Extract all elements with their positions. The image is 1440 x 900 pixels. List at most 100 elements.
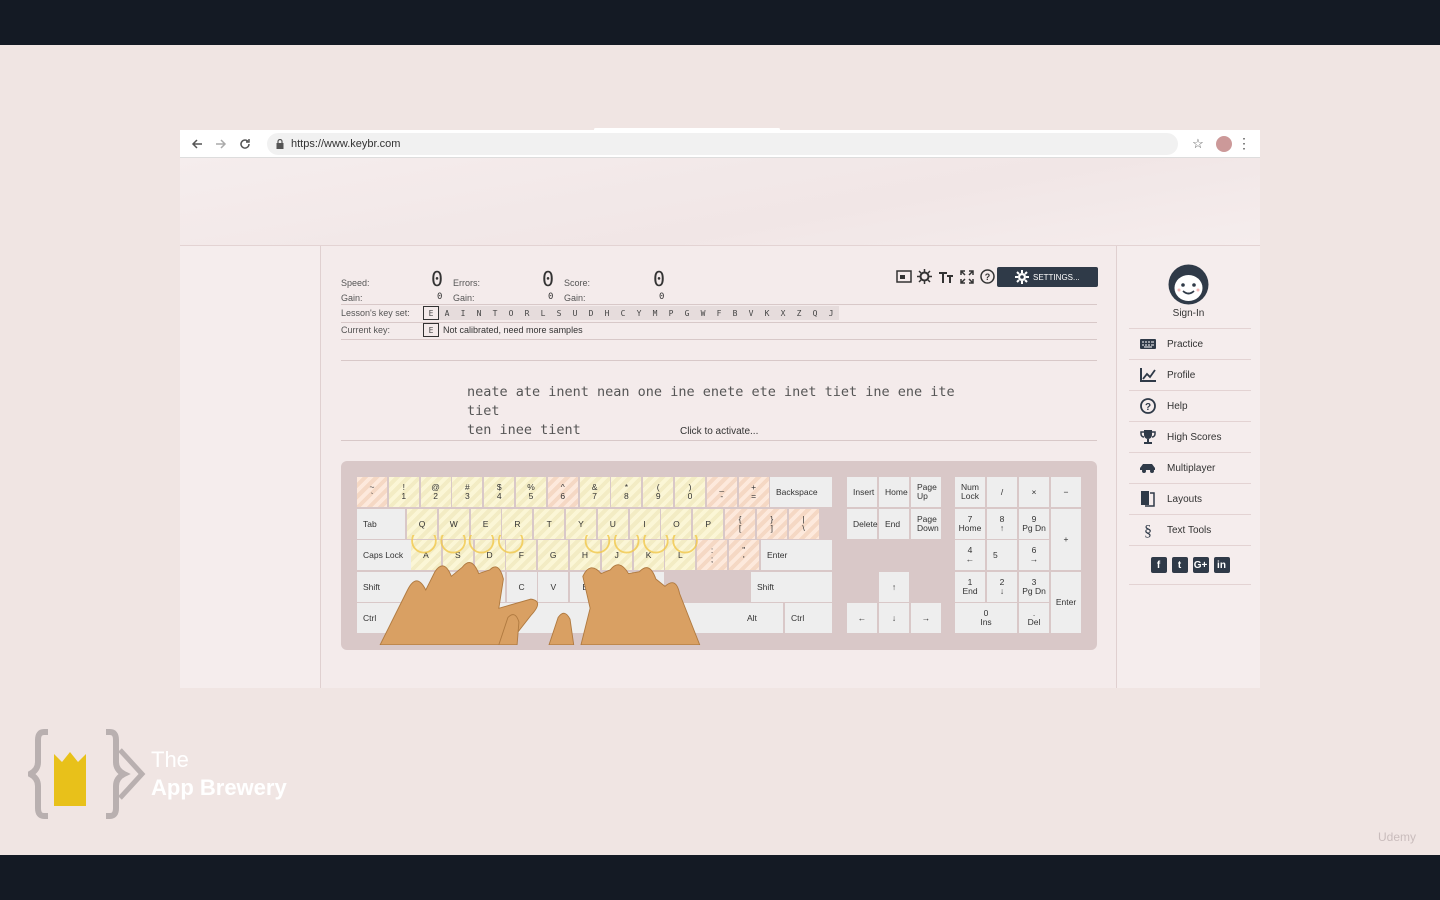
linkedin-icon[interactable]: in (1213, 557, 1230, 573)
divider (341, 360, 1097, 361)
sidebar-item-high-scores[interactable]: High Scores (1129, 421, 1251, 452)
forward-button[interactable] (209, 132, 233, 156)
letterbox-top (0, 0, 1440, 45)
back-button[interactable] (185, 132, 209, 156)
click-to-activate[interactable]: Click to activate... (680, 426, 758, 437)
key-lower-label: [ (738, 523, 742, 533)
forward-arrow-icon (216, 138, 227, 149)
keyset-key: W (695, 306, 711, 320)
keyset-key: D (583, 306, 599, 320)
key: #3 (452, 477, 483, 507)
key-num-minus: − (1051, 477, 1081, 507)
theme-icon[interactable] (916, 268, 933, 285)
key-lower-label: = (751, 491, 757, 501)
divider (341, 339, 1097, 340)
user-avatar-icon[interactable] (1168, 264, 1209, 305)
google-plus-icon[interactable]: G+ (1192, 557, 1209, 573)
key-end: End (879, 509, 909, 539)
browser-profile-avatar[interactable] (1216, 135, 1232, 152)
key-home: Home (879, 477, 909, 507)
sidebar-menu: Practice Profile? Help High Scores Multiplay… (1129, 328, 1251, 585)
key-lower-label: End (962, 586, 978, 596)
key-num-multiply: × (1019, 477, 1049, 507)
divider (341, 304, 1097, 305)
keyset-key: S (551, 306, 567, 320)
key: & 7 (579, 477, 610, 507)
key-num-1: 1 End (955, 572, 985, 602)
brand-line-2: App Brewery (151, 775, 287, 800)
key-lower-label: Pg Dn (1022, 586, 1046, 596)
sidebar-item-multiplayer[interactable]: Multiplayer (1129, 452, 1251, 483)
url-text: https://www.keybr.com (291, 137, 401, 150)
sidebar-item-help[interactable]: ? Help (1129, 390, 1251, 421)
settings-button[interactable]: SETTINGS... (997, 267, 1098, 287)
key-page-down: Page Down (911, 509, 941, 539)
speed-gain-value: 0 (437, 292, 443, 302)
keyset-key: J (823, 306, 839, 320)
sidebar-item-text-tools[interactable]: § Text Tools (1129, 514, 1251, 545)
key-lower-label: \ (802, 523, 805, 533)
layouts-icon (1139, 490, 1157, 508)
gear-icon (1015, 270, 1029, 284)
key-num-lock: Num Lock (955, 477, 985, 507)
sidebar-item-label: Multiplayer (1167, 462, 1216, 474)
fullscreen-icon[interactable] (958, 268, 975, 285)
key-num-7: 7 Home (955, 509, 985, 539)
reload-button[interactable] (233, 132, 257, 156)
typing-hands-illustration (379, 535, 701, 645)
divider (341, 322, 1097, 323)
key-num-divide: / (987, 477, 1017, 507)
key: $4 (484, 477, 515, 507)
sidebar-item-profile[interactable]: Profile (1129, 359, 1251, 390)
key-lower-label: ] (770, 523, 773, 533)
bookmark-star-icon[interactable]: ☆ (1186, 132, 1210, 156)
key: ! 1 (388, 477, 419, 507)
key-num-9: 9 Pg Dn (1019, 509, 1049, 539)
sidebar: Sign-In Practice Profile? Help High Scores M… (1117, 246, 1260, 688)
errors-gain-value: 0 (548, 292, 554, 302)
key: * 8 (611, 477, 642, 507)
help-circle-icon[interactable]: ? (979, 268, 996, 285)
keyset-key: M (647, 306, 663, 320)
twitter-icon[interactable]: t (1171, 557, 1188, 573)
sign-in-link[interactable]: Sign-In (1117, 308, 1260, 319)
keyset-key: H (599, 306, 615, 320)
keyset-key: K (759, 306, 775, 320)
key-num-4: 4 ← (955, 540, 985, 570)
key-num-dot: . Del (1019, 603, 1049, 633)
font-size-icon[interactable] (937, 268, 954, 285)
key-lower-label: 0 (687, 491, 693, 501)
settings-label: SETTINGS... (1033, 272, 1080, 282)
key-lower-label: - (720, 491, 724, 501)
section-icon: § (1139, 521, 1157, 539)
trophy-icon (1139, 428, 1157, 446)
view-tools: ? (895, 268, 996, 285)
sidebar-item-practice[interactable]: Practice (1129, 328, 1251, 359)
svg-text:?: ? (985, 272, 991, 282)
keyset-key: C (615, 306, 631, 320)
sidebar-item-label: Text Tools (1167, 524, 1212, 536)
keyset-key: A (439, 306, 455, 320)
errors-value: 0 (542, 267, 555, 291)
app-brewery-watermark: The App Brewery (23, 728, 328, 820)
key-lower-label: 5 (528, 491, 534, 501)
key-lower-label: → (1029, 554, 1039, 564)
sidebar-item-layouts[interactable]: Layouts (1129, 483, 1251, 514)
key-lower-label: 6 (560, 491, 566, 501)
current-key-box: E (423, 323, 439, 337)
back-arrow-icon (191, 138, 202, 149)
current-key-label: Current key: (341, 325, 391, 335)
app-brewery-logo-icon (23, 729, 146, 819)
address-bar[interactable]: https://www.keybr.com (267, 132, 1178, 155)
browser-toolbar: https://www.keybr.com ☆ ⋮ (180, 130, 1260, 158)
sidebar-item-label: Practice (1167, 338, 1204, 350)
sidebar-item-label: Layouts (1167, 493, 1203, 505)
score-label: Score: (564, 278, 591, 288)
key-num-plus: + (1051, 509, 1081, 570)
key-num-8: 8 ↑ (987, 509, 1017, 539)
browser-menu-icon[interactable]: ⋮ (1232, 132, 1256, 156)
key-lower-label: ← (965, 554, 975, 564)
screen-icon[interactable] (895, 268, 912, 285)
facebook-icon[interactable]: f (1150, 557, 1167, 573)
key-lower-label: 4 (496, 491, 502, 501)
